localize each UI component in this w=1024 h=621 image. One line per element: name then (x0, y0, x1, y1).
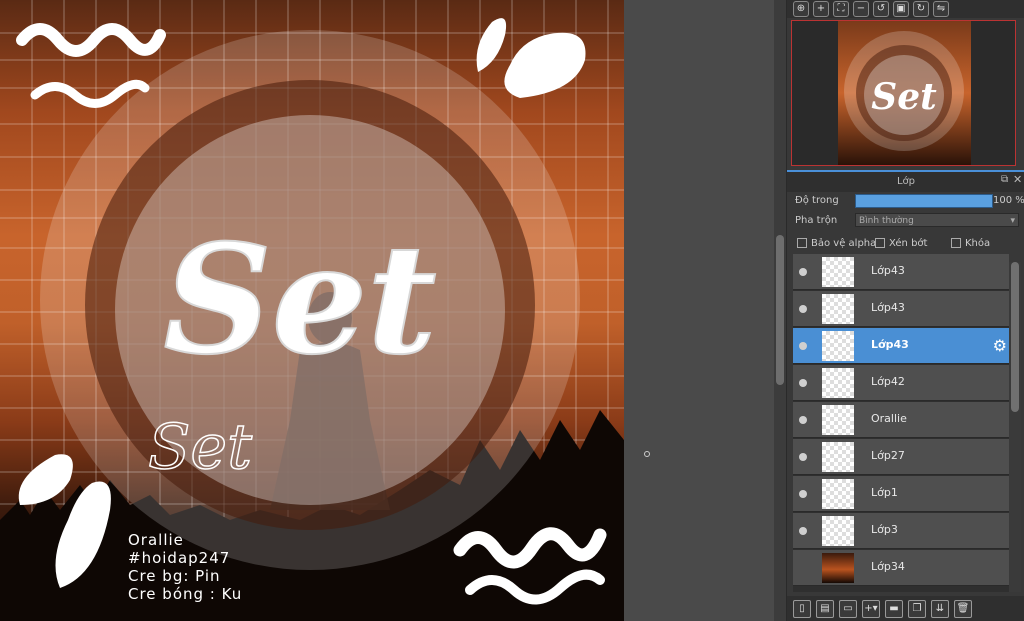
visibility-eye-icon[interactable] (799, 416, 807, 424)
zoom-fit-icon[interactable]: ⊕ (793, 1, 809, 17)
duplicate-icon[interactable]: ❐ (908, 599, 926, 618)
visibility-eye-icon[interactable] (799, 527, 807, 535)
fullscreen-icon[interactable]: ▣ (893, 1, 909, 17)
rotate-left-icon[interactable]: ↺ (873, 1, 889, 17)
layer-panel-title: Lớp (787, 170, 1024, 192)
layer-thumbnail (822, 442, 854, 472)
info-line-author: Orallie (128, 531, 184, 549)
layer-thumbnail (822, 257, 854, 287)
clip-label: Xén bớt (889, 238, 928, 249)
layer-list-scrollbar[interactable] (1009, 262, 1021, 592)
drop-bottom-left-1 (18, 454, 73, 505)
info-line-credit-bg: Cre bg: Pin (128, 567, 221, 585)
chevron-down-icon: ▾ (1010, 216, 1015, 226)
layer-thumbnail (822, 331, 854, 361)
lock-checkbox[interactable]: Khóa (951, 238, 990, 249)
flip-icon[interactable]: ⇋ (933, 1, 949, 17)
set-title-outline: Set (148, 410, 252, 483)
lock-label: Khóa (965, 238, 991, 249)
panel-close-icon[interactable]: ✕ (1013, 173, 1022, 186)
clip-checkbox[interactable]: Xén bớt (875, 238, 927, 249)
blend-mode-value: Bình thường (859, 216, 914, 226)
layer-scroll-thumb[interactable] (1011, 262, 1019, 412)
layer-thumbnail (822, 368, 854, 398)
layer-thumbnail (822, 553, 854, 583)
add-layer-menu-icon[interactable]: +▾ (862, 599, 880, 618)
layer-name: Orallie (871, 412, 907, 425)
layer-list: Lớp43 Lớp43 Lớp43 ⚙ Lớp42 Orallie Lớp27 (793, 254, 1009, 592)
merge-icon[interactable]: ⇊ (931, 599, 949, 618)
layer-name: Lớp43 (871, 301, 905, 314)
canvas-artwork[interactable]: Set Set Orallie #hoidap247 Cre bg: Pin C… (0, 0, 624, 621)
cursor-dot (644, 451, 650, 457)
squiggle-top-left (16, 23, 166, 57)
layer-name: Lớp1 (871, 486, 898, 499)
zoom-out-icon[interactable]: − (853, 1, 869, 17)
checkbox-icon (797, 238, 807, 248)
blend-label: Pha trộn (795, 215, 838, 226)
folder-icon[interactable]: ▬ (885, 599, 903, 618)
visibility-eye-icon[interactable] (799, 342, 807, 350)
opacity-value: 100 % (993, 195, 1024, 206)
layer-item[interactable]: Orallie (793, 402, 1009, 438)
layer-actions-bar: ▯ ▤ ▭ +▾ ▬ ❐ ⇊ 🗑 (787, 596, 1024, 621)
layer-name: Lớp42 (871, 375, 905, 388)
layer-item[interactable]: Lớp43 (793, 291, 1009, 327)
side-panel: ⊕ + ⛶ − ↺ ▣ ↻ ⇋ Set Lớp ⧉ ✕ Độ trong 100… (786, 0, 1024, 621)
layer-name: Lớp43 (871, 338, 909, 351)
layer-name: Lớp43 (871, 264, 905, 277)
layer-item[interactable]: Lớp3 (793, 513, 1009, 549)
layer-item[interactable]: Lớp34 (793, 550, 1009, 586)
new-layer-icon[interactable]: ▯ (793, 599, 811, 618)
drop-top-right-1 (476, 18, 507, 72)
canvas-workspace[interactable] (624, 0, 774, 621)
gear-icon[interactable]: ⚙ (993, 336, 1007, 355)
visibility-eye-icon[interactable] (799, 490, 807, 498)
canvas-scroll-thumb[interactable] (776, 235, 784, 385)
opacity-slider[interactable] (855, 194, 993, 208)
layer-thumbnail (822, 294, 854, 324)
layer-item[interactable]: Lớp43 (793, 254, 1009, 290)
info-line-credit-shadow: Cre bóng : Ku (128, 585, 243, 603)
layer-item[interactable]: Lớp42 (793, 365, 1009, 401)
info-line-hashtag: #hoidap247 (128, 549, 231, 567)
panel-float-icon[interactable]: ⧉ (1001, 174, 1008, 185)
set-title-main: Set (163, 212, 436, 388)
layer-name: Lớp34 (871, 560, 905, 573)
new-layer-copy-icon[interactable]: ▤ (816, 599, 834, 618)
checkbox-icon (951, 238, 961, 248)
layer-name: Lớp27 (871, 449, 905, 462)
navigator-preview[interactable]: Set (791, 20, 1016, 166)
preview-thumbnail: Set (838, 21, 971, 165)
visibility-eye-icon[interactable] (799, 379, 807, 387)
visibility-eye-icon[interactable] (799, 453, 807, 461)
layer-item-selected[interactable]: Lớp43 ⚙ (793, 328, 1009, 364)
layer-thumbnail (822, 405, 854, 435)
checkbox-icon (875, 238, 885, 248)
layer-name: Lớp3 (871, 523, 898, 536)
visibility-eye-icon[interactable] (799, 268, 807, 276)
delete-icon[interactable]: 🗑 (954, 599, 972, 618)
protect-alpha-label: Bảo vệ alpha (811, 238, 877, 249)
blend-mode-select[interactable]: Bình thường ▾ (855, 213, 1019, 227)
canvas-grid: Set Set (0, 0, 624, 621)
visibility-eye-icon[interactable] (799, 305, 807, 313)
info-text-block: Orallie #hoidap247 Cre bg: Pin Cre bóng … (128, 531, 242, 603)
navigator-toolbar: ⊕ + ⛶ − ↺ ▣ ↻ ⇋ (787, 0, 1024, 18)
new-file-icon[interactable]: ▭ (839, 599, 857, 618)
rotate-right-icon[interactable]: ↻ (913, 1, 929, 17)
layer-thumbnail (822, 516, 854, 546)
canvas-vertical-scrollbar[interactable] (774, 0, 786, 621)
layer-item[interactable]: Lớp27 (793, 439, 1009, 475)
layer-thumbnail (822, 479, 854, 509)
fit-window-icon[interactable]: ⛶ (833, 1, 849, 17)
protect-alpha-checkbox[interactable]: Bảo vệ alpha (797, 238, 876, 249)
opacity-label: Độ trong (795, 195, 839, 206)
zoom-in-icon[interactable]: + (813, 1, 829, 17)
layer-item[interactable]: Lớp1 (793, 476, 1009, 512)
svg-text:Set: Set (871, 76, 937, 118)
